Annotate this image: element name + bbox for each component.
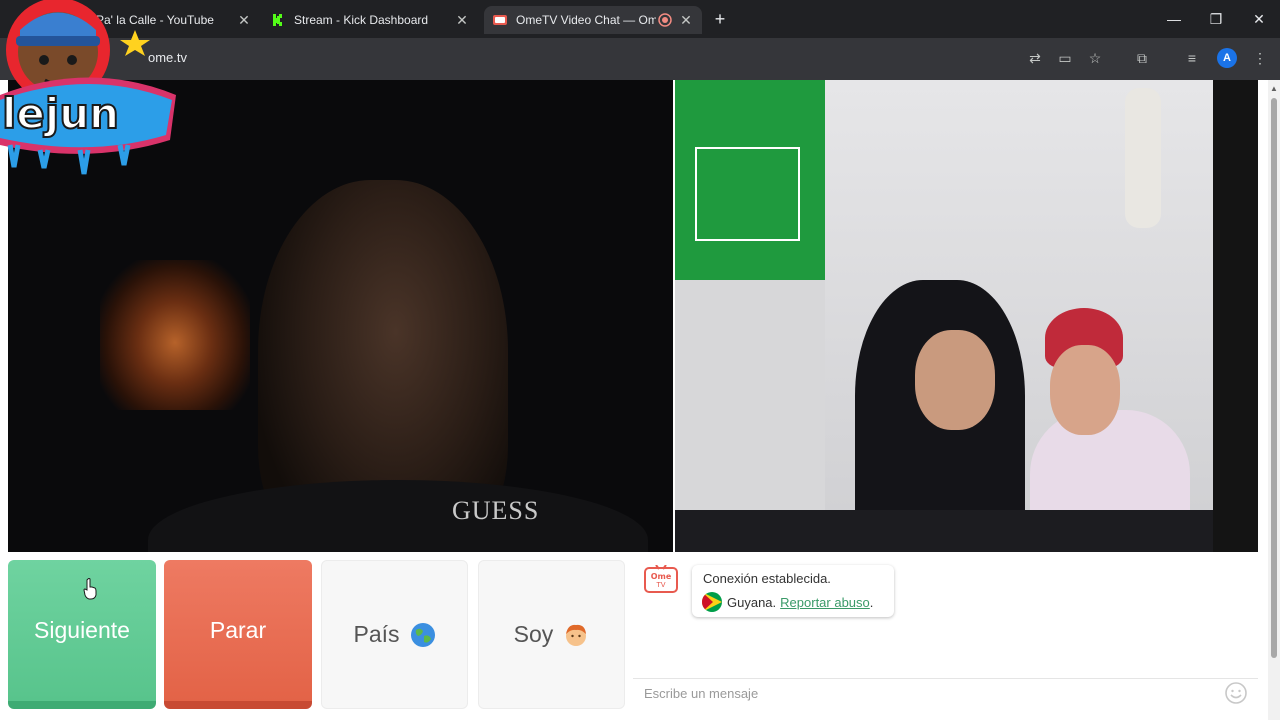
streamer-logo: lejun (0, 0, 176, 175)
hand-cursor-icon (83, 578, 97, 600)
scroll-up-icon[interactable]: ▲ (1270, 84, 1278, 93)
message-input[interactable]: Escribe un mensaje (633, 678, 1258, 708)
tab-kick[interactable]: Stream - Kick Dashboard ✕ (262, 6, 478, 34)
stop-label: Parar (209, 617, 267, 643)
boy-face-icon (566, 624, 587, 646)
stop-button[interactable]: Parar (164, 560, 312, 709)
translate-icon[interactable]: ⇄ (1025, 48, 1045, 68)
report-abuse-link[interactable]: Reportar abuso (780, 595, 870, 610)
recording-icon (658, 13, 672, 27)
close-window-icon[interactable]: ✕ (1245, 8, 1273, 30)
gender-filter-button[interactable]: Soy (478, 560, 625, 709)
ometv-logo-icon: Ome TV (644, 565, 678, 593)
stranger-shirt (148, 480, 648, 552)
punching-bag (1125, 88, 1161, 228)
country-name: Guyana. (727, 594, 777, 610)
country-line: Guyana. Reportar abuso. (702, 592, 884, 612)
fireplace-glow (100, 260, 250, 410)
ometv-icon (493, 15, 507, 25)
browser-tab-bar: Pa' la Calle - YouTube ✕ Stream - Kick D… (0, 0, 1280, 38)
scrollbar-thumb[interactable] (1271, 98, 1277, 658)
gender-label: Soy (513, 621, 554, 647)
restore-icon[interactable]: ❐ (1202, 8, 1230, 30)
desk-microphone-arm (675, 510, 1213, 552)
tab-ometv[interactable]: OmeTV Video Chat — Ome ✕ (484, 6, 702, 34)
bookmark-star-icon[interactable]: ☆ (1085, 48, 1105, 68)
logo-text: lejun (2, 89, 119, 138)
emoji-icon[interactable] (1224, 681, 1248, 705)
next-label: Siguiente (34, 617, 130, 643)
face-detection-box (695, 147, 800, 241)
tab-title: Stream - Kick Dashboard (294, 13, 429, 27)
country-label: País (353, 621, 400, 647)
connection-status: Conexión establecida. (703, 571, 831, 586)
kick-icon (270, 12, 286, 28)
menu-icon[interactable]: ⋮ (1250, 48, 1270, 68)
cast-icon[interactable]: ▭ (1055, 48, 1075, 68)
close-tab-icon[interactable]: ✕ (236, 12, 252, 28)
ome-logo-line2: TV (655, 581, 665, 589)
minimize-icon[interactable]: — (1160, 8, 1188, 30)
new-tab-button[interactable]: + (710, 9, 730, 29)
guyana-flag-icon (702, 592, 722, 612)
report-suffix: . (869, 594, 874, 610)
page-scrollbar[interactable]: ▲ (1268, 80, 1280, 720)
globe-icon (410, 622, 435, 647)
browser-toolbar: ome.tv ⇄ ▭ ☆ ⧉ ≡ A ⋮ (0, 38, 1280, 80)
next-button[interactable]: Siguiente (8, 560, 156, 709)
profile-avatar[interactable]: A (1217, 48, 1237, 68)
country-filter-button[interactable]: País (321, 560, 468, 709)
system-message-bubble: Conexión establecida. Guyana. Reportar a… (692, 565, 894, 617)
extensions-icon[interactable]: ⧉ (1132, 48, 1152, 68)
person-right-face (1050, 345, 1120, 435)
ome-logo-line1: Ome (651, 572, 672, 581)
person-left-face (915, 330, 995, 430)
media-control-icon[interactable]: ≡ (1182, 48, 1202, 68)
close-tab-icon[interactable]: ✕ (678, 12, 694, 28)
shirt-text: GUESS (452, 496, 540, 525)
video-side-panel (1213, 80, 1258, 552)
tab-title: OmeTV Video Chat — Ome (516, 13, 656, 27)
close-tab-icon[interactable]: ✕ (454, 12, 470, 28)
